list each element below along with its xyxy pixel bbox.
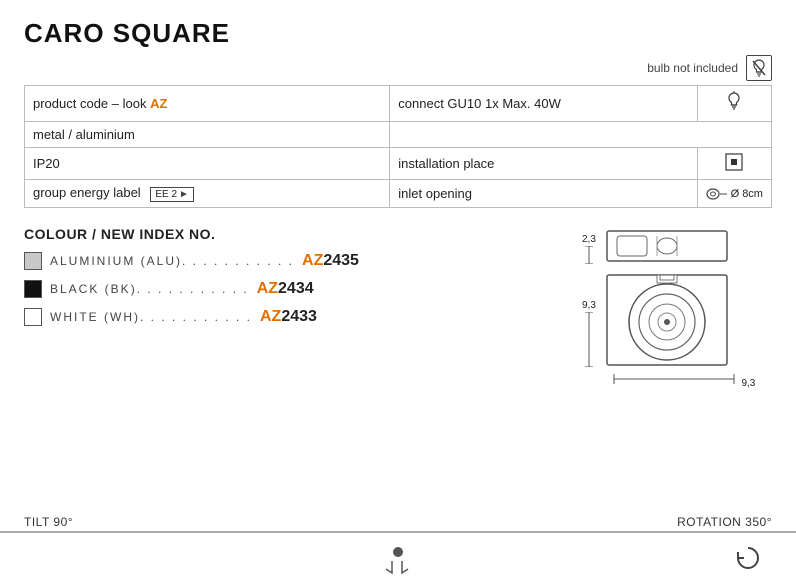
page: CARO SQUARE bulb not included product co…	[0, 0, 796, 585]
colour-code-black: AZ2434	[257, 280, 314, 298]
table-row-energy: group energy label EE 2 ► inlet opening …	[25, 180, 772, 208]
tilt-label: TILT 90°	[24, 515, 73, 529]
list-item: BLACK (BK). . . . . . . . . . . AZ2434	[24, 280, 556, 298]
inlet-icon-cell: Ø 8cm	[697, 180, 771, 208]
tilt-rotation-labels: TILT 90° ROTATION 350°	[24, 515, 772, 529]
ip-label: IP20	[33, 156, 60, 171]
bulb-not-included-label: bulb not included	[647, 61, 738, 75]
table-row-ip: IP20 installation place	[25, 148, 772, 180]
tilt-circle	[393, 547, 403, 557]
inlet-diameter: Ø 8cm	[731, 187, 763, 199]
side-view-diagram	[602, 270, 732, 370]
colour-section-title: COLOUR / NEW INDEX NO.	[24, 226, 556, 242]
connect-label: connect GU10 1x Max. 40W	[398, 96, 561, 111]
table-row-product-code: product code – look AZ connect GU10 1x M…	[25, 86, 772, 122]
product-code-value: AZ	[150, 96, 167, 111]
colour-swatch-black	[24, 280, 42, 298]
colour-az-aluminium: AZ	[302, 252, 323, 269]
dim-side-value: 9,3	[582, 300, 596, 311]
colour-num-black: 2434	[278, 280, 314, 297]
installation-place-cell: installation place	[390, 148, 697, 180]
ip-cell: IP20	[25, 148, 390, 180]
tilt-arrow-icon	[384, 559, 412, 577]
inlet-opening-cell: inlet opening	[390, 180, 697, 208]
bulb-line: bulb not included	[24, 55, 772, 81]
inlet-opening-label: inlet opening	[398, 186, 472, 201]
colour-name-black: BLACK (BK). . . . . . . . . . .	[50, 282, 249, 296]
page-title: CARO SQUARE	[24, 18, 772, 49]
dim-bottom-value: 9,3	[741, 378, 755, 389]
colour-swatch-aluminium	[24, 252, 42, 270]
colour-section: COLOUR / NEW INDEX NO. ALUMINIUM (ALU). …	[24, 226, 772, 389]
tilt-arrows	[384, 547, 412, 577]
specs-table: product code – look AZ connect GU10 1x M…	[24, 85, 772, 208]
dim-top-label: 2,3	[582, 234, 596, 264]
tilt-rotation-line	[0, 531, 796, 533]
colour-az-black: AZ	[257, 280, 278, 297]
colour-az-white: AZ	[260, 308, 281, 325]
bottom-section: TILT 90° ROTATION 350°	[0, 505, 796, 585]
colour-code-white: AZ2433	[260, 308, 317, 326]
connect-cell: connect GU10 1x Max. 40W	[390, 86, 697, 122]
product-code-cell: product code – look AZ	[25, 86, 390, 122]
diagram-area: 2,3 9,3	[572, 226, 772, 389]
lamp-icon-cell	[697, 86, 771, 122]
installation-icon-cell	[697, 148, 771, 180]
list-item: ALUMINIUM (ALU). . . . . . . . . . . AZ2…	[24, 252, 556, 270]
table-row-material: metal / aluminium	[25, 122, 772, 148]
colour-code-aluminium: AZ2435	[302, 252, 359, 270]
energy-badge: EE 2 ►	[150, 187, 194, 202]
rotation-label: ROTATION 350°	[677, 515, 772, 529]
dim-top-value: 2,3	[582, 234, 596, 245]
colour-swatch-white	[24, 308, 42, 326]
colour-name-white: WHITE (WH). . . . . . . . . . .	[50, 310, 252, 324]
energy-label: group energy label	[33, 185, 141, 200]
colour-num-aluminium: 2435	[323, 252, 359, 269]
list-item: WHITE (WH). . . . . . . . . . . AZ2433	[24, 308, 556, 326]
rotation-arrow-icon	[734, 544, 762, 572]
colour-name-aluminium: ALUMINIUM (ALU). . . . . . . . . . .	[50, 254, 294, 268]
bulb-icon	[746, 55, 772, 81]
installation-place-label: installation place	[398, 156, 494, 171]
energy-badge-text: EE 2	[155, 189, 177, 200]
material-cell: metal / aluminium	[25, 122, 390, 148]
product-code-label: product code – look	[33, 96, 146, 111]
dim-side-label: 9,3	[582, 300, 596, 367]
energy-cell: group energy label EE 2 ►	[25, 180, 390, 208]
material-label: metal / aluminium	[33, 127, 135, 142]
colour-list: COLOUR / NEW INDEX NO. ALUMINIUM (ALU). …	[24, 226, 556, 389]
top-view-diagram	[602, 226, 732, 266]
rotation-icon	[734, 544, 762, 575]
dim-bottom-label: 9,3	[609, 372, 756, 389]
colour-num-white: 2433	[281, 308, 317, 325]
material-right-cell	[390, 122, 772, 148]
